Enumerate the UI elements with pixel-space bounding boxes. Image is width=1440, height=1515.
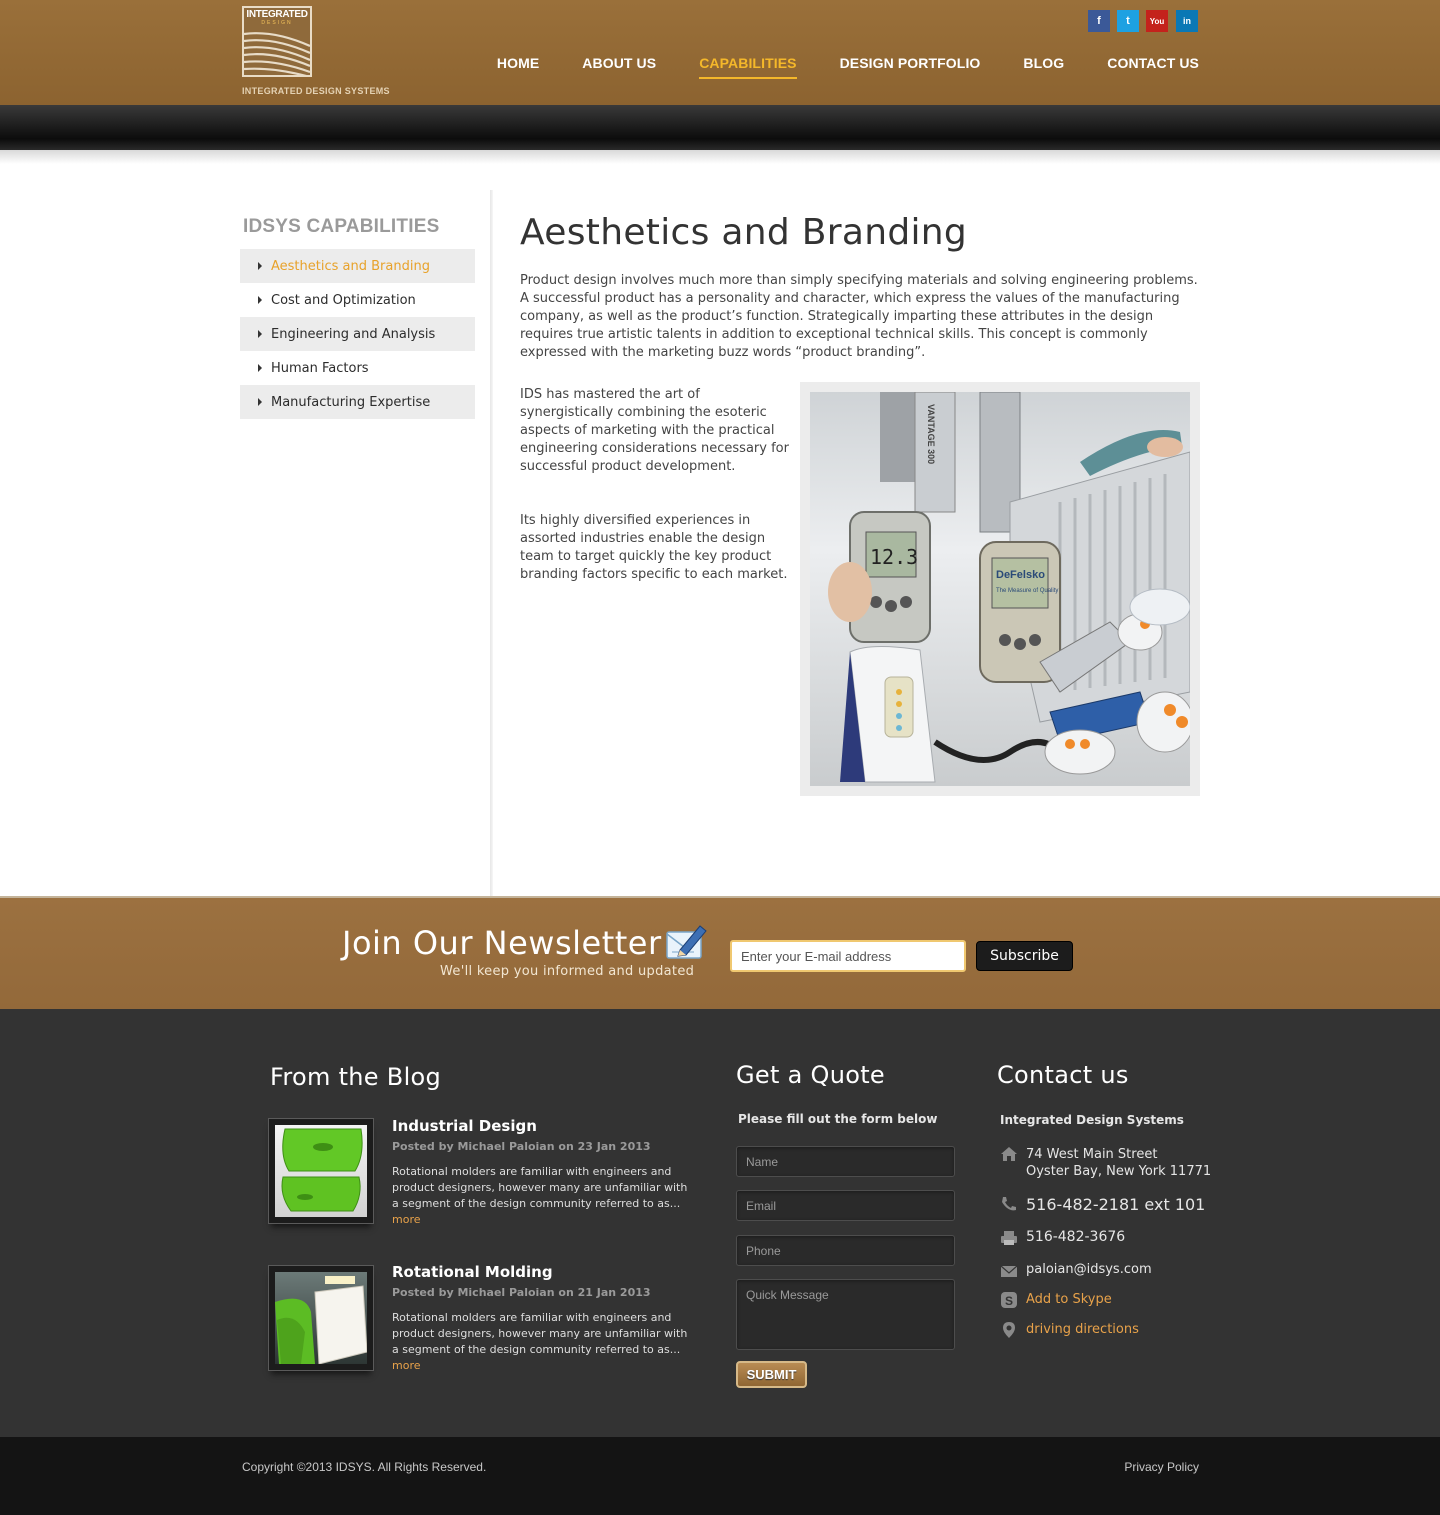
quote-message-field[interactable]: [736, 1279, 955, 1350]
sidebar-item-aesthetics-branding[interactable]: Aesthetics and Branding: [240, 249, 475, 283]
linkedin-icon[interactable]: in: [1176, 10, 1198, 32]
newsletter-email-input[interactable]: [730, 940, 966, 972]
newsletter-title: Join Our Newsletter: [342, 924, 662, 962]
intro-paragraph: Product design involves much more than s…: [520, 273, 1198, 360]
sidebar-title: IDSYS CAPABILITIES: [243, 216, 440, 237]
page-title: Aesthetics and Branding: [520, 212, 968, 253]
sidebar-item-manufacturing-expertise[interactable]: Manufacturing Expertise: [240, 385, 475, 419]
blog-thumbnail-image: [275, 1125, 367, 1217]
product-photo-frame: VANTAGE 300 12.3 DeFelsko The Measure of…: [800, 382, 1200, 796]
map-pin-icon: [1003, 1322, 1015, 1338]
home-icon: [1001, 1147, 1017, 1161]
skype-icon: S: [1001, 1292, 1017, 1308]
caret-right-icon: [258, 398, 262, 406]
copyright-text: Copyright ©2013 IDSYS. All Rights Reserv…: [242, 1460, 487, 1474]
sidebar-item-label: Aesthetics and Branding: [271, 258, 430, 274]
nav-contact-us[interactable]: CONTACT US: [1107, 55, 1199, 79]
blog-excerpt-text: Rotational molders are familiar with eng…: [392, 1165, 688, 1210]
nav-blog[interactable]: BLOG: [1023, 55, 1064, 79]
logo-caption: INTEGRATED DESIGN SYSTEMS: [242, 86, 390, 96]
header-banner: [0, 105, 1440, 150]
product-collage-illustration: VANTAGE 300 12.3 DeFelsko The Measure of…: [828, 392, 1190, 783]
newsletter-section: [0, 898, 1440, 1009]
quote-heading: Get a Quote: [736, 1061, 885, 1089]
sidebar-item-engineering-analysis[interactable]: Engineering and Analysis: [240, 317, 475, 351]
quote-submit-button[interactable]: SUBMIT: [736, 1361, 807, 1388]
newsletter-subtitle: We'll keep you informed and updated: [440, 964, 695, 979]
subscribe-button[interactable]: Subscribe: [976, 941, 1073, 971]
contact-phone: 516-482-2181 ext 101: [1026, 1195, 1206, 1214]
logo[interactable]: INTEGRATED DESIGN: [242, 6, 312, 77]
nav-home[interactable]: HOME: [497, 55, 539, 79]
body-paragraph: IDS has mastered the art of synergistica…: [520, 387, 789, 474]
blog-thumbnail[interactable]: [268, 1118, 374, 1224]
add-to-skype-link[interactable]: Add to Skype: [1026, 1292, 1112, 1307]
quote-phone-field[interactable]: [736, 1235, 955, 1266]
caret-right-icon: [258, 330, 262, 338]
quote-intro: Please fill out the form below: [738, 1112, 938, 1126]
nav-about-us[interactable]: ABOUT US: [582, 55, 656, 79]
blog-thumbnail[interactable]: [268, 1265, 374, 1371]
site-header: INTEGRATED DESIGN INTEGRATED DESIGN SYST…: [0, 0, 1440, 105]
blog-thumbnail-image: [275, 1272, 367, 1364]
green-chair-illustration: [281, 1128, 363, 1212]
caret-right-icon: [258, 364, 262, 372]
phone-icon: [1002, 1197, 1016, 1211]
machine-label: VANTAGE 300: [926, 404, 936, 464]
product-collage-image: VANTAGE 300 12.3 DeFelsko The Measure of…: [810, 392, 1190, 786]
blog-post-meta: Posted by Michael Paloian on 21 Jan 2013: [392, 1286, 651, 1299]
sidebar-item-human-factors[interactable]: Human Factors: [240, 351, 475, 385]
youtube-icon[interactable]: You: [1146, 10, 1168, 32]
sidebar-item-label: Engineering and Analysis: [271, 326, 436, 342]
sidebar-divider: [490, 190, 493, 897]
envelope-pencil-icon: [666, 925, 707, 959]
facebook-icon[interactable]: f: [1088, 10, 1110, 32]
sidebar-item-label: Cost and Optimization: [271, 292, 416, 308]
quote-email-field[interactable]: [736, 1190, 955, 1221]
blog-post-meta: Posted by Michael Paloian on 23 Jan 2013: [392, 1140, 651, 1153]
bottom-bar: [0, 1437, 1440, 1515]
gauge-brand: DeFelsko: [996, 569, 1045, 581]
quote-name-field[interactable]: [736, 1146, 955, 1177]
contact-address-line1: 74 West Main Street: [1026, 1147, 1158, 1162]
logo-word: INTEGRATED: [246, 9, 308, 20]
svg-text:S: S: [1005, 1294, 1013, 1308]
sidebar-item-cost-optimization[interactable]: Cost and Optimization: [240, 283, 475, 317]
privacy-policy-link[interactable]: Privacy Policy: [1124, 1460, 1199, 1474]
twitter-icon[interactable]: t: [1117, 10, 1139, 32]
logo-subword: DESIGN: [261, 20, 293, 26]
banner-shadow: [0, 150, 1440, 164]
blog-post-title[interactable]: Industrial Design: [392, 1117, 537, 1135]
fax-icon: [1001, 1231, 1017, 1245]
gauge-reading: 12.3: [870, 545, 918, 569]
blog-post-excerpt: Rotational molders are familiar with eng…: [392, 1164, 692, 1228]
blog-more-link[interactable]: more: [392, 1359, 421, 1372]
green-furniture-illustration: [275, 1276, 367, 1364]
logo-waves-icon: [244, 32, 310, 75]
contact-company: Integrated Design Systems: [1000, 1113, 1184, 1127]
nav-design-portfolio[interactable]: DESIGN PORTFOLIO: [840, 55, 981, 79]
blog-post-excerpt: Rotational molders are familiar with eng…: [392, 1310, 692, 1374]
contact-address-line2: Oyster Bay, New York 11771: [1026, 1164, 1212, 1179]
contact-heading: Contact us: [997, 1061, 1129, 1089]
contact-email[interactable]: paloian@idsys.com: [1026, 1261, 1152, 1278]
caret-right-icon: [258, 296, 262, 304]
blog-excerpt-text: Rotational molders are familiar with eng…: [392, 1311, 688, 1356]
capabilities-menu: Aesthetics and Branding Cost and Optimiz…: [240, 249, 475, 419]
nav-capabilities[interactable]: CAPABILITIES: [699, 55, 797, 79]
caret-right-icon: [258, 262, 262, 270]
mail-icon: [1000, 1265, 1018, 1277]
blog-more-link[interactable]: more: [392, 1213, 421, 1226]
blog-heading: From the Blog: [270, 1063, 442, 1091]
site-footer: [0, 1009, 1440, 1437]
body-paragraph: Its highly diversified experiences in as…: [520, 513, 788, 582]
contact-fax: 516-482-3676: [1026, 1229, 1126, 1245]
blog-post-title[interactable]: Rotational Molding: [392, 1263, 553, 1281]
driving-directions-link[interactable]: driving directions: [1026, 1322, 1139, 1337]
sidebar-item-label: Manufacturing Expertise: [271, 394, 431, 410]
gauge-tagline: The Measure of Quality: [996, 588, 1058, 594]
sidebar-item-label: Human Factors: [271, 360, 369, 376]
main-nav: HOME ABOUT US CAPABILITIES DESIGN PORTFO…: [454, 55, 1199, 79]
